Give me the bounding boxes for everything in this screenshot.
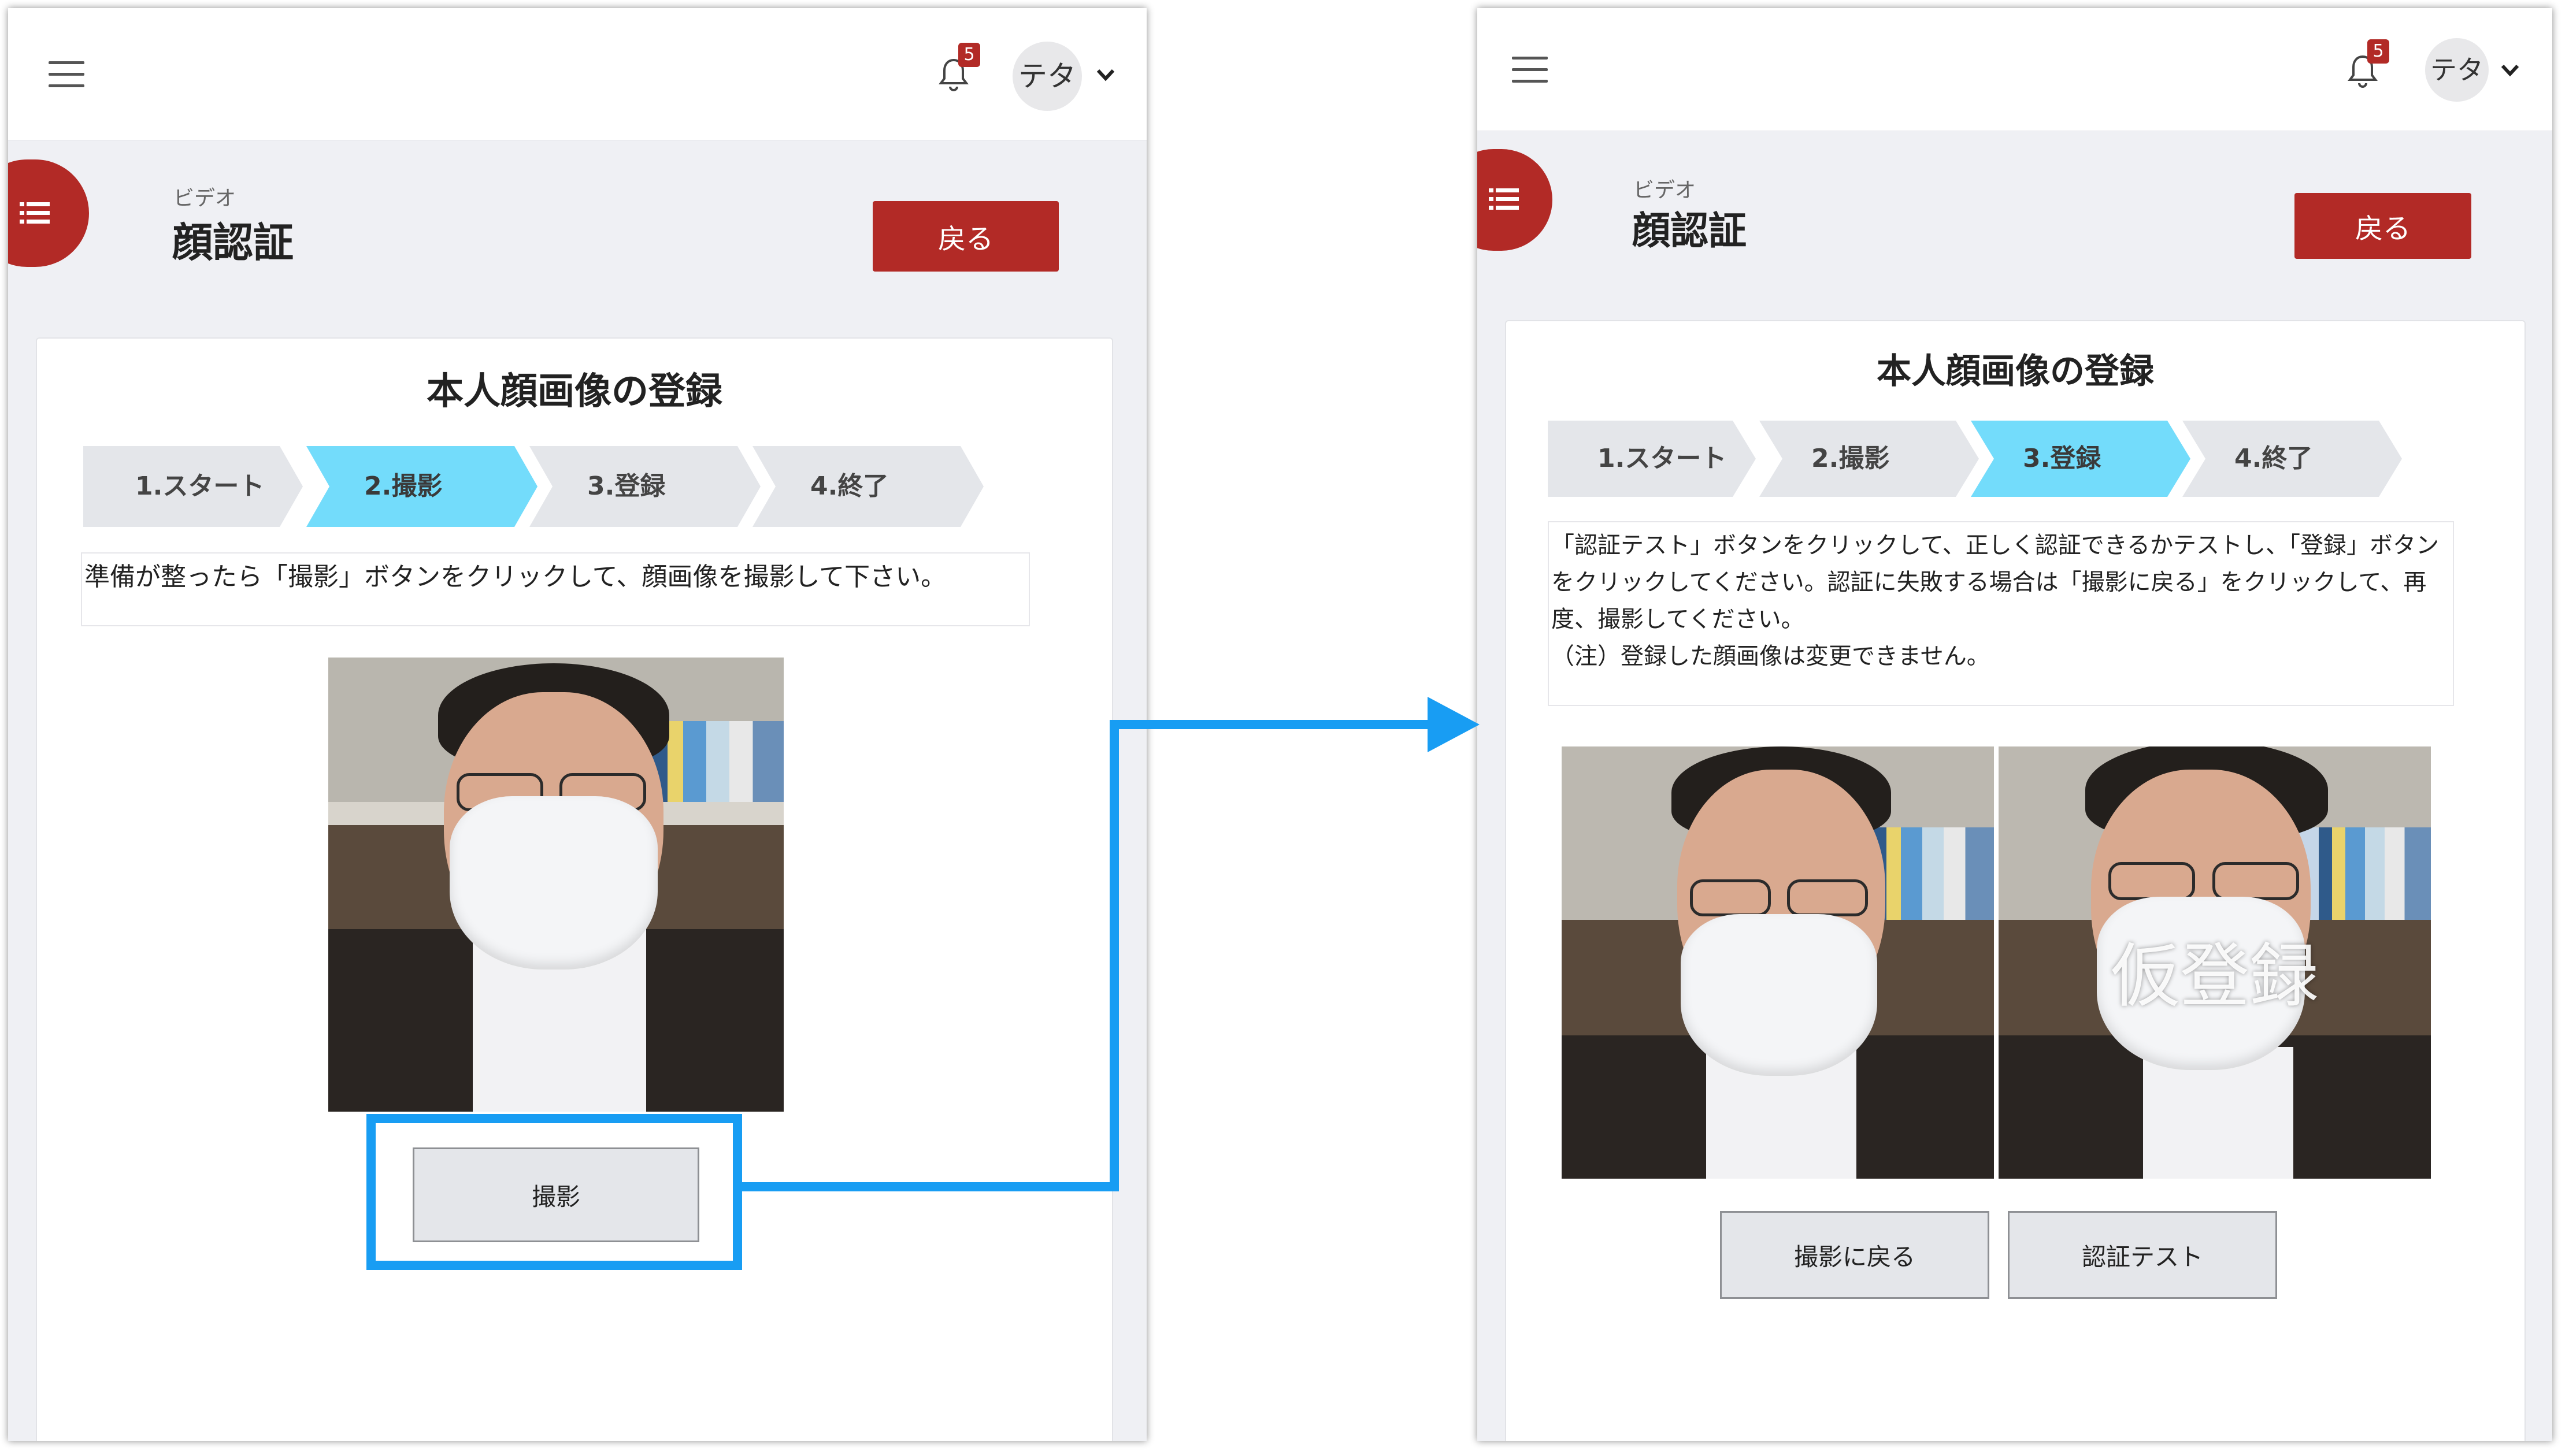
hamburger-menu-icon[interactable]: [49, 61, 84, 88]
step-register: 3.登録: [529, 446, 761, 527]
notification-count-badge: 5: [958, 43, 980, 67]
user-avatar[interactable]: テタ: [1013, 42, 1082, 111]
connector-line-top: [1110, 720, 1433, 729]
step-start: 1.スタート: [1548, 421, 1756, 497]
camera-preview: [1562, 746, 1994, 1179]
arrow-right-icon: [1428, 697, 1480, 752]
top-bar: 5 テタ: [1477, 8, 2552, 131]
card-title: 本人顔画像の登録: [427, 370, 722, 413]
step-finish: 4.終了: [2182, 421, 2402, 497]
instruction-note: （注）登録した顔画像は変更できません。: [1551, 643, 1990, 670]
page-title: 顔認証: [172, 219, 294, 266]
card-title: 本人顔画像の登録: [1877, 351, 2154, 392]
page-title: 顔認証: [1632, 209, 1747, 253]
chevron-down-icon[interactable]: [2500, 64, 2520, 77]
side-menu-tab[interactable]: [1477, 149, 1552, 251]
step-indicator: 1.スタート 2.撮影 3.登録 4.終了: [1548, 421, 2415, 502]
registration-card: 本人顔画像の登録 1.スタート 2.撮影 3.登録 4.終了 準備が整ったら「撮…: [36, 337, 1113, 1441]
step-start: 1.スタート: [83, 446, 303, 527]
step-capture: 2.撮影: [306, 446, 537, 527]
instruction-text: 準備が整ったら「撮影」ボタンをクリックして、顔画像を撮影して下さい。: [81, 552, 1030, 626]
notification-bell-icon[interactable]: 5: [936, 43, 980, 95]
step-capture: 2.撮影: [1759, 421, 1979, 497]
chevron-down-icon[interactable]: [1096, 68, 1115, 82]
notification-bell-icon[interactable]: 5: [2345, 39, 2389, 91]
connector-line-bottom: [733, 1182, 1119, 1191]
connector-line-vertical: [1110, 720, 1119, 1191]
auth-test-button[interactable]: 認証テスト: [2008, 1211, 2277, 1299]
step-indicator: 1.スタート 2.撮影 3.登録 4.終了: [83, 446, 1008, 527]
screen-register-step: 5 テタ ビデオ 顔認証 戻る 本人顔画像の登録 1.スタート 2.撮影 3.登…: [1477, 8, 2552, 1441]
side-menu-tab[interactable]: [8, 159, 89, 267]
hamburger-menu-icon[interactable]: [1512, 57, 1548, 83]
step-finish: 4.終了: [752, 446, 984, 527]
registered-face-photo: 仮登録: [1999, 746, 2431, 1179]
retake-button[interactable]: 撮影に戻る: [1720, 1211, 1989, 1299]
top-bar: 5 テタ: [8, 8, 1147, 140]
provisional-registration-label: 仮登録: [2111, 937, 2319, 1017]
back-button[interactable]: 戻る: [2294, 193, 2471, 259]
step-register: 3.登録: [1971, 421, 2190, 497]
user-avatar[interactable]: テタ: [2425, 38, 2489, 102]
registration-card: 本人顔画像の登録 1.スタート 2.撮影 3.登録 4.終了 「認証テスト」ボタ…: [1505, 320, 2526, 1441]
back-button[interactable]: 戻る: [873, 201, 1059, 272]
list-icon: [1489, 188, 1519, 210]
notification-count-badge: 5: [2367, 39, 2389, 64]
breadcrumb: ビデオ: [173, 187, 236, 210]
list-icon: [20, 202, 50, 224]
capture-button-highlight: [366, 1114, 742, 1270]
instruction-text: 「認証テスト」ボタンをクリックして、正しく認証できるかテストし、「登録」ボタンを…: [1551, 532, 2439, 633]
camera-preview: [328, 658, 784, 1112]
breadcrumb: ビデオ: [1633, 179, 1696, 202]
instruction-box: 「認証テスト」ボタンをクリックして、正しく認証できるかテストし、「登録」ボタンを…: [1548, 521, 2454, 706]
